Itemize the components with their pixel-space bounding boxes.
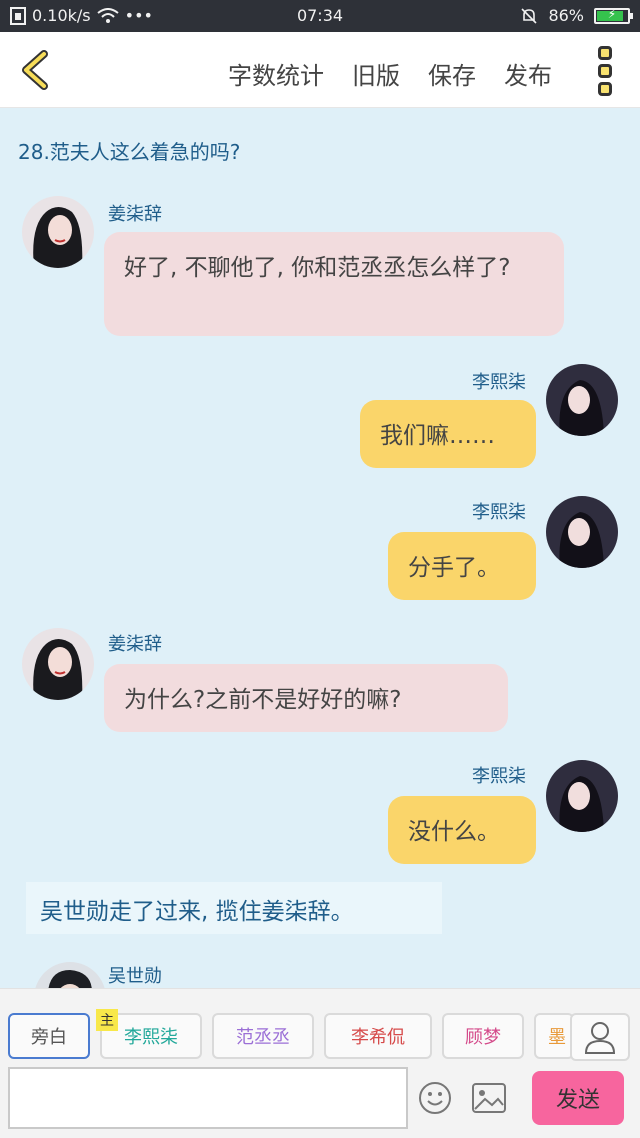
- publish-button[interactable]: 发布: [504, 56, 552, 91]
- old-version-button[interactable]: 旧版: [352, 56, 400, 91]
- role-gu-meng[interactable]: 顾梦: [442, 1013, 524, 1059]
- back-chevron-icon[interactable]: [16, 50, 56, 90]
- role-narrator[interactable]: 旁白: [8, 1013, 90, 1059]
- chat-area: 28.范夫人这么着急的吗? 姜柒辞 好了, 不聊他了, 你和范丞丞怎么样了? 李…: [0, 108, 640, 988]
- avatar-li[interactable]: [546, 760, 618, 832]
- person-icon: [584, 1022, 616, 1054]
- speaker-name: 姜柒辞: [108, 634, 162, 655]
- message-bubble[interactable]: 分手了。: [388, 532, 536, 600]
- avatar-jiang[interactable]: [22, 628, 94, 700]
- word-count-button[interactable]: 字数统计: [228, 56, 324, 91]
- more-menu-icon[interactable]: [598, 46, 614, 96]
- avatar-wu[interactable]: [34, 962, 106, 988]
- speaker-name: 吴世勋: [108, 966, 162, 987]
- battery-percent: 86%: [548, 6, 584, 25]
- main-role-badge: 主: [96, 1009, 118, 1031]
- battery-icon: ⚡: [594, 7, 633, 24]
- role-mo[interactable]: 墨: [534, 1013, 574, 1059]
- role-li-xiqi[interactable]: 主 李熙柒: [96, 1009, 202, 1059]
- avatar-li[interactable]: [546, 496, 618, 568]
- app-header: 字数统计 旧版 保存 发布: [0, 32, 640, 108]
- chapter-narration: 28.范夫人这么着急的吗?: [18, 140, 241, 164]
- message-bubble[interactable]: 没什么。: [388, 796, 536, 864]
- message-input[interactable]: [8, 1067, 408, 1129]
- avatar-jiang[interactable]: [22, 196, 94, 268]
- save-button[interactable]: 保存: [428, 56, 476, 91]
- role-li-xikan[interactable]: 李希侃: [324, 1013, 432, 1059]
- editor-bottom-bar: 旁白 主 李熙柒 范丞丞 李希侃 顾梦 墨 发送: [0, 988, 640, 1138]
- narration-block[interactable]: 吴世勋走了过来, 揽住姜柒辞。: [26, 882, 442, 934]
- emoji-icon[interactable]: [418, 1081, 452, 1115]
- send-button[interactable]: 发送: [532, 1071, 624, 1125]
- speaker-name: 李熙柒: [472, 766, 526, 787]
- add-role-button[interactable]: [570, 1013, 630, 1061]
- speaker-name: 姜柒辞: [108, 204, 162, 225]
- speaker-name: 李熙柒: [472, 502, 526, 523]
- message-bubble[interactable]: 为什么?之前不是好好的嘛?: [104, 664, 508, 732]
- role-selector: 旁白 主 李熙柒 范丞丞 李希侃 顾梦 墨: [8, 1009, 574, 1059]
- header-menu: 字数统计 旧版 保存 发布: [228, 56, 552, 91]
- message-bubble[interactable]: 我们嘛……: [360, 400, 536, 468]
- message-bubble[interactable]: 好了, 不聊他了, 你和范丞丞怎么样了?: [104, 232, 564, 336]
- mute-bell-icon: [521, 7, 538, 24]
- speaker-name: 李熙柒: [472, 372, 526, 393]
- image-icon[interactable]: [472, 1083, 506, 1113]
- avatar-li[interactable]: [546, 364, 618, 436]
- status-bar: 0.10k/s ••• 07:34 86% ⚡: [0, 0, 640, 32]
- role-fan-chengcheng[interactable]: 范丞丞: [212, 1013, 314, 1059]
